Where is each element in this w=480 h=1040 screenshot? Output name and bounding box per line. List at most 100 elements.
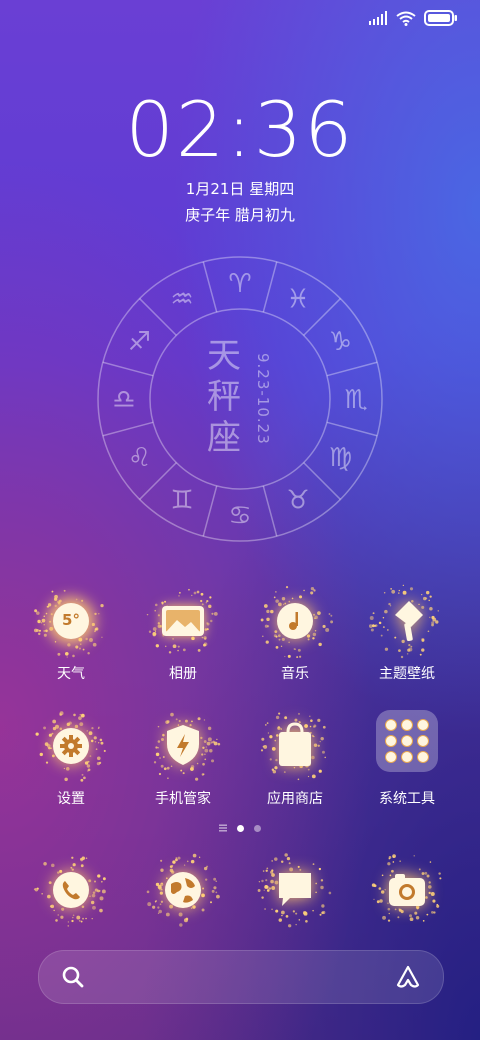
sparkle-dot xyxy=(79,714,81,716)
sparkle-dot xyxy=(284,716,288,720)
sparkle-dot xyxy=(428,885,432,889)
folder-app-icon xyxy=(417,735,429,747)
app-store[interactable]: 应用商店 xyxy=(245,708,345,808)
sparkle-dot xyxy=(35,732,39,736)
sparkle-dot xyxy=(160,738,164,742)
search-icon[interactable] xyxy=(61,965,85,989)
sparkle-dot xyxy=(409,587,414,591)
sparkle-dot xyxy=(45,629,48,633)
sparkle-dot xyxy=(94,740,97,743)
assistant-icon[interactable] xyxy=(395,964,421,990)
sparkle-dot xyxy=(322,624,326,629)
sparkle-dot xyxy=(83,776,86,780)
gear-icon xyxy=(33,708,109,784)
sparkle-dot xyxy=(418,868,421,871)
sparkle-dot xyxy=(438,872,441,875)
sparkle-dot xyxy=(43,624,45,626)
app-theme[interactable]: 主题壁纸 xyxy=(357,583,457,683)
sparkle-dot xyxy=(146,613,149,616)
music-icon xyxy=(257,583,333,659)
sparkle-dot xyxy=(266,867,269,870)
zodiac-name-3: 座 xyxy=(207,418,241,458)
sparkle-dot xyxy=(98,742,100,744)
sparkle-dot xyxy=(157,740,161,743)
zodiac-sign-icon: ♋ xyxy=(228,501,251,531)
sparkle-dot xyxy=(402,584,404,586)
dock-phone[interactable] xyxy=(21,852,121,928)
sparkle-dot xyxy=(212,740,215,744)
sparkle-dot xyxy=(43,630,45,632)
sparkle-dot xyxy=(180,769,183,772)
folder-app-icon xyxy=(385,751,397,763)
dock-camera[interactable] xyxy=(357,852,457,928)
sparkle-dot xyxy=(429,861,432,863)
lockscreen-clock[interactable]: 02:36 xyxy=(0,92,480,168)
app-weather[interactable]: 5° 天气 xyxy=(21,583,121,683)
app-label: 相册 xyxy=(169,666,197,682)
camera-icon xyxy=(369,852,445,928)
page-dot-current xyxy=(237,824,244,832)
sparkle-dot xyxy=(295,923,297,926)
app-label: 系统工具 xyxy=(379,791,435,807)
sparkle-dot xyxy=(148,630,152,633)
sparkle-dot xyxy=(75,645,79,649)
sparkle-dot xyxy=(268,887,272,890)
sparkle-dot xyxy=(215,891,218,894)
zodiac-sign-icon: ♉ xyxy=(286,485,309,515)
sparkle-dot xyxy=(432,899,436,903)
sparkle-dot xyxy=(297,865,300,868)
folder-app-icon xyxy=(401,751,413,763)
app-gallery[interactable]: 相册 xyxy=(133,583,233,683)
sparkle-dot xyxy=(41,892,43,895)
sparkle-dot xyxy=(213,886,217,890)
sparkle-dot xyxy=(437,610,439,612)
sparkle-dot xyxy=(264,624,268,628)
zodiac-divider xyxy=(326,361,378,377)
sparkle-dot xyxy=(294,648,297,650)
gallery-icon xyxy=(145,583,221,659)
page-indicator[interactable] xyxy=(0,824,480,832)
sparkle-dot xyxy=(57,914,60,916)
sparkle-dot xyxy=(85,917,87,920)
sparkle-dot xyxy=(41,618,46,623)
app-settings[interactable]: 设置 xyxy=(21,708,121,808)
sparkle-dot xyxy=(177,856,181,860)
sparkle-dot xyxy=(313,724,317,728)
app-music[interactable]: 音乐 xyxy=(245,583,345,683)
sparkle-dot xyxy=(78,647,81,650)
zodiac-widget[interactable]: ♈ ♓ ♑ ♏ ♍ ♉ ♋ ♊ ♌ ♎ ♐ ♒ 天 秤 座 9.23-10.23 xyxy=(96,255,384,543)
sparkle-dot xyxy=(275,715,280,720)
sparkle-dot xyxy=(387,919,391,922)
battery-icon xyxy=(424,10,457,26)
sparkle-dot xyxy=(101,889,106,894)
sparkle-dot xyxy=(330,614,333,617)
sparkle-dot xyxy=(206,741,211,746)
sparkle-dot xyxy=(73,713,76,717)
sparkle-dot xyxy=(155,752,160,757)
folder-app-icon xyxy=(417,751,429,763)
sparkle-dot xyxy=(205,878,208,881)
app-phone-manager[interactable]: 手机管家 xyxy=(133,708,233,808)
search-bar[interactable] xyxy=(38,950,444,1004)
folder-system-tools[interactable]: 系统工具 xyxy=(357,708,457,808)
dock-browser[interactable] xyxy=(133,852,233,928)
sparkle-dot xyxy=(320,885,324,890)
app-label: 音乐 xyxy=(281,666,309,682)
sparkle-dot xyxy=(265,879,268,882)
sparkle-dot xyxy=(147,902,152,907)
sparkle-dot xyxy=(265,869,268,872)
sparkle-dot xyxy=(45,761,49,764)
sparkle-dot xyxy=(55,919,58,922)
sparkle-dot xyxy=(216,738,218,741)
sparkle-dot xyxy=(166,766,170,770)
sparkle-dot xyxy=(90,739,94,743)
sparkle-dot xyxy=(381,874,384,877)
sparkle-dot xyxy=(43,726,46,730)
sparkle-dot xyxy=(312,863,315,866)
zodiac-name-2: 秤 xyxy=(207,377,241,417)
dock-messages[interactable] xyxy=(245,852,345,928)
sparkle-dot xyxy=(260,749,264,752)
sparkle-dot xyxy=(284,853,288,857)
sparkle-dot xyxy=(328,613,331,615)
sparkle-dot xyxy=(63,767,65,770)
